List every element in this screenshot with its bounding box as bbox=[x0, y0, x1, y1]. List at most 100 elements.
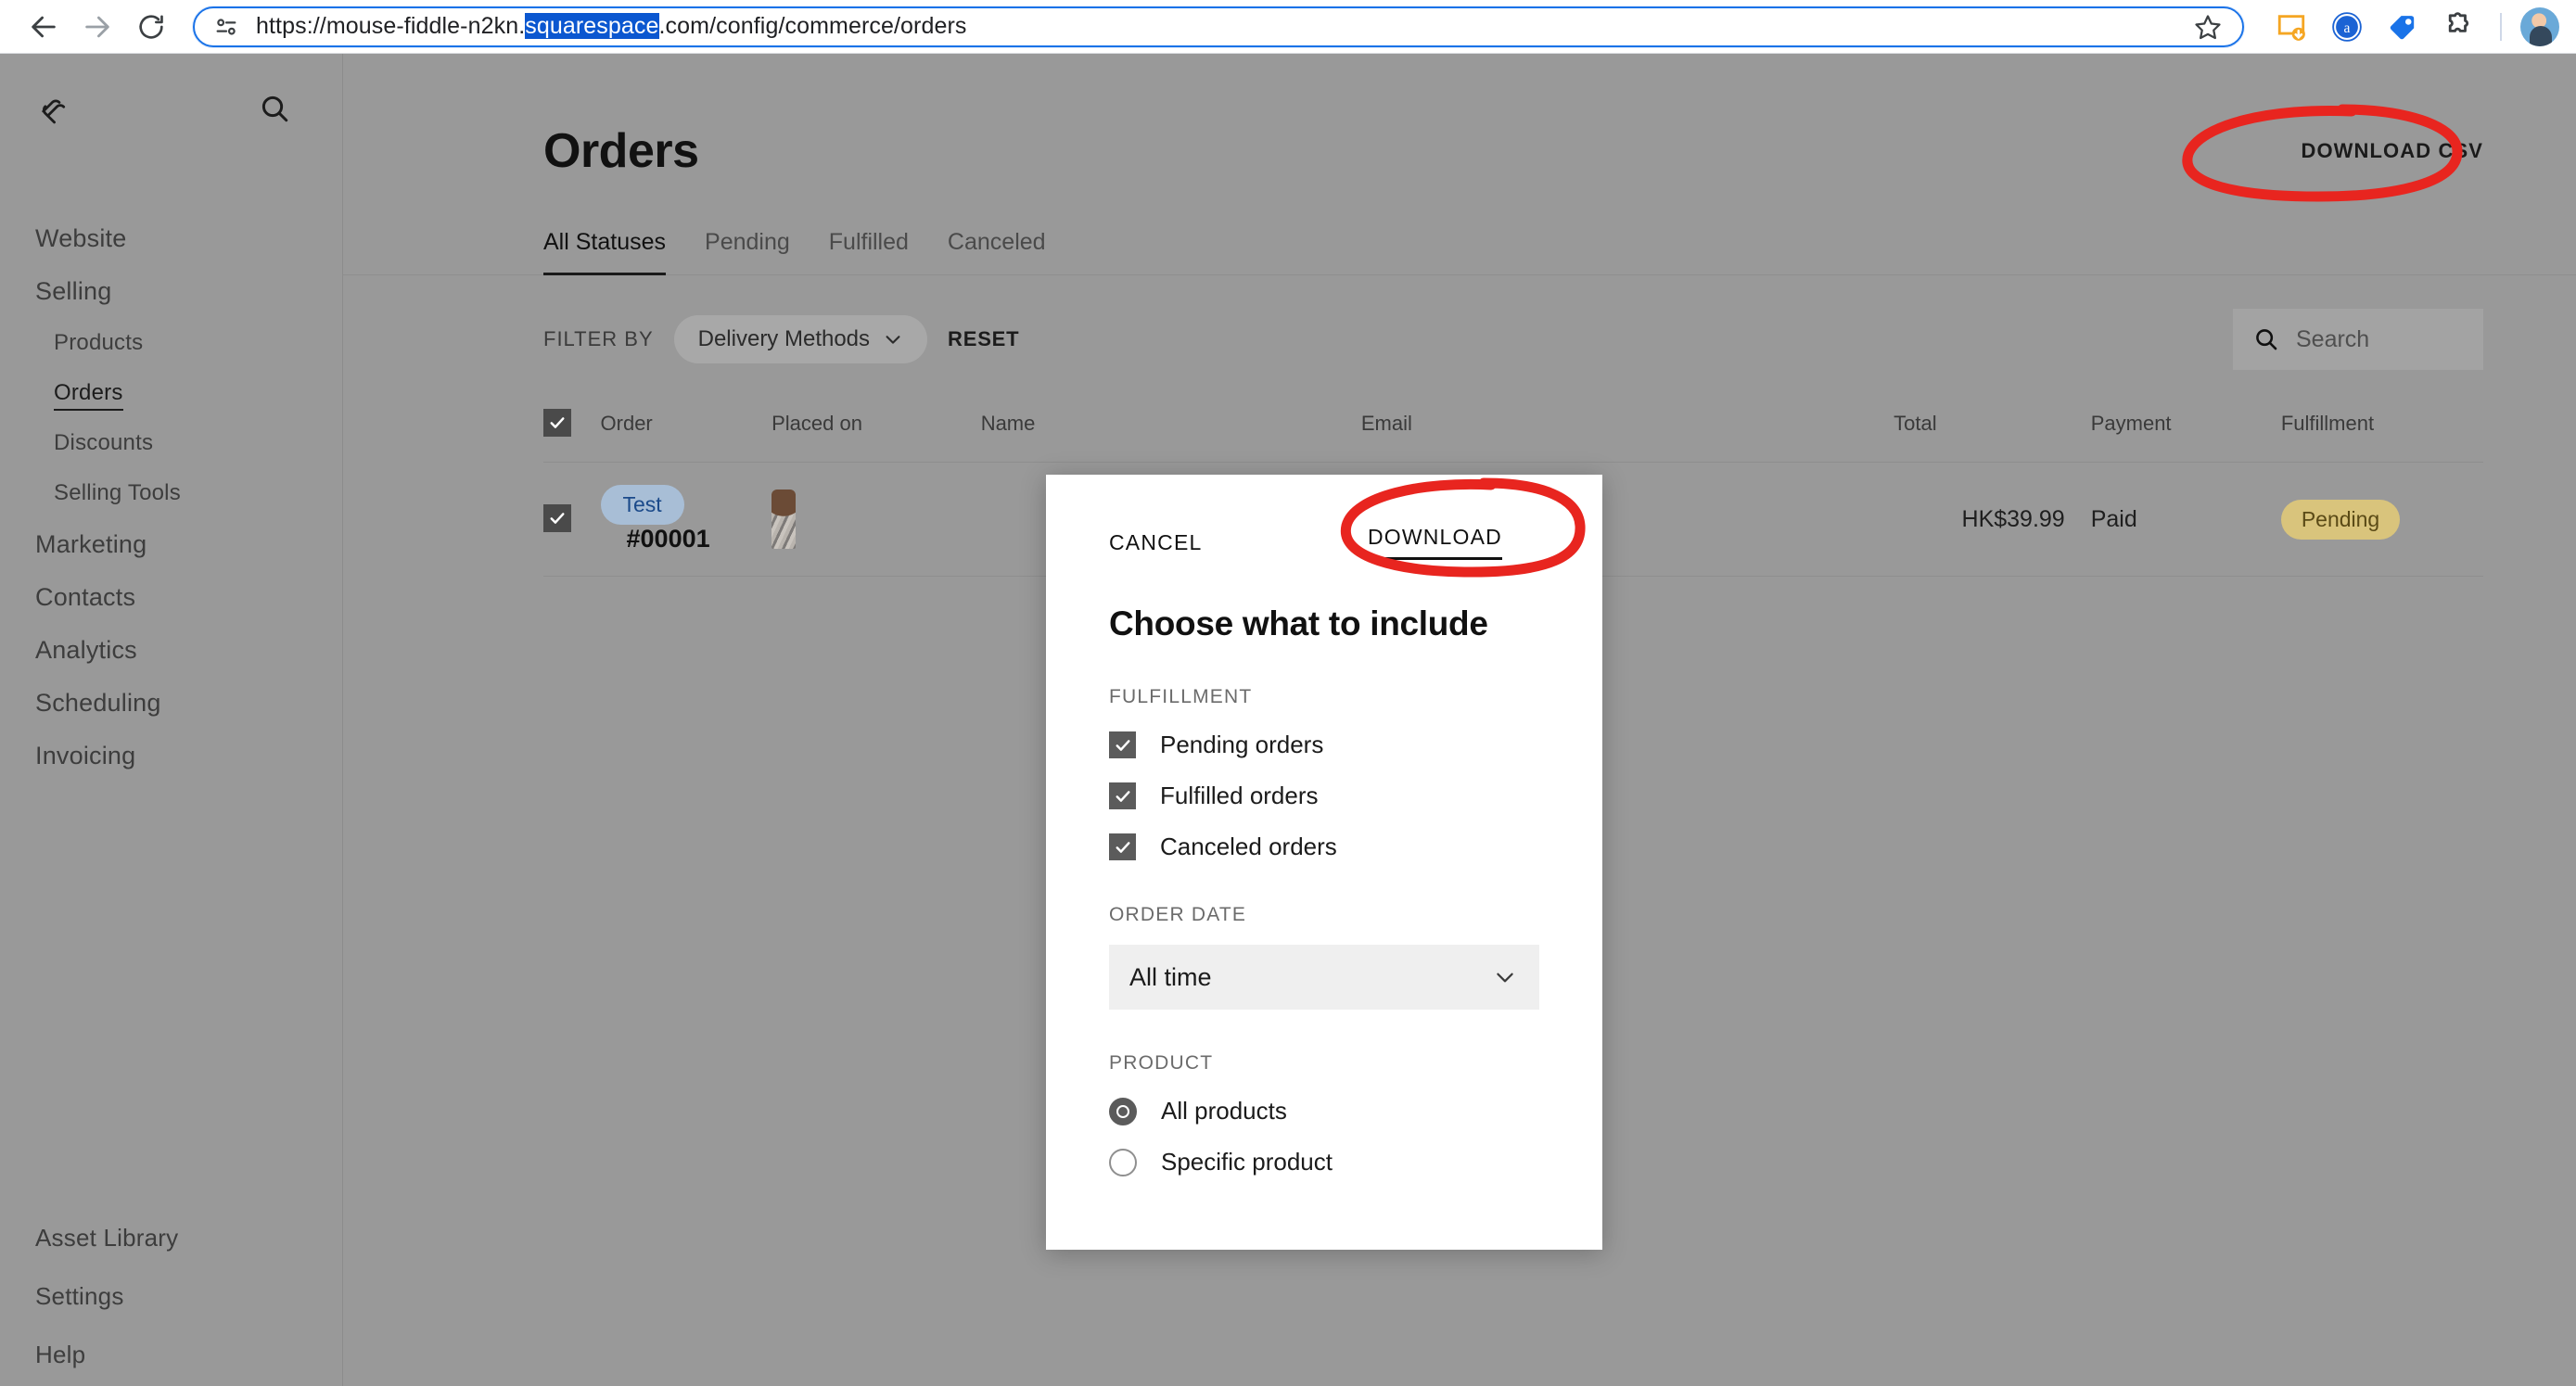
profile-avatar[interactable] bbox=[2520, 6, 2559, 46]
pending-orders-checkbox[interactable] bbox=[1109, 731, 1136, 758]
specific-product-radio[interactable] bbox=[1109, 1148, 1137, 1176]
option-canceled-orders[interactable]: Canceled orders bbox=[1046, 833, 1602, 861]
tab-canceled[interactable]: Canceled bbox=[948, 229, 1046, 274]
checkmark-icon bbox=[1116, 841, 1129, 853]
reload-icon bbox=[139, 14, 163, 39]
reload-button[interactable] bbox=[124, 0, 178, 54]
star-icon bbox=[2195, 14, 2221, 39]
sidebar-item-asset-library[interactable]: Asset Library bbox=[0, 1209, 342, 1267]
sidebar-item-label: Asset Library bbox=[35, 1224, 179, 1252]
arrow-left-icon bbox=[32, 16, 56, 37]
sidebar-item-analytics[interactable]: Analytics bbox=[0, 624, 342, 677]
download-button[interactable]: DOWNLOAD bbox=[1367, 525, 1502, 560]
sidebar-item-label: Invoicing bbox=[35, 742, 136, 769]
checkmark-icon bbox=[550, 417, 565, 428]
orders-table-head: Order Placed on Name Email Total Payment… bbox=[543, 409, 2483, 463]
sidebar-item-label: Analytics bbox=[35, 636, 137, 664]
placed-on-cell bbox=[772, 462, 981, 577]
bookmark-star-button[interactable] bbox=[2187, 6, 2229, 48]
column-name: Name bbox=[980, 409, 1361, 463]
puzzle-extensions-icon[interactable] bbox=[2435, 4, 2481, 50]
order-date-select[interactable]: All time bbox=[1109, 945, 1539, 1010]
sidebar-nav: Website Selling Products Orders Discount… bbox=[0, 212, 342, 782]
tab-fulfilled[interactable]: Fulfilled bbox=[829, 229, 909, 274]
sidebar-item-website[interactable]: Website bbox=[0, 212, 342, 265]
reset-filters-button[interactable]: RESET bbox=[948, 327, 1019, 351]
select-all-header bbox=[543, 409, 601, 463]
filter-by-label: FILTER BY bbox=[543, 327, 654, 350]
download-manager-icon[interactable] bbox=[2268, 4, 2315, 50]
search-input[interactable]: Search bbox=[2233, 309, 2483, 370]
sidebar-item-help[interactable]: Help bbox=[0, 1326, 342, 1384]
sidebar-item-selling-tools[interactable]: Selling Tools bbox=[0, 468, 342, 518]
download-csv-button[interactable]: DOWNLOAD CSV bbox=[2301, 139, 2483, 163]
column-email: Email bbox=[1360, 409, 1894, 463]
total-cell: HK$39.99 bbox=[1894, 462, 2065, 577]
delivery-methods-filter[interactable]: Delivery Methods bbox=[673, 315, 928, 363]
checkmark-icon bbox=[550, 513, 565, 524]
amazon-a-circle-icon: a bbox=[2332, 11, 2362, 42]
option-label: Specific product bbox=[1161, 1148, 1333, 1176]
price-tag-icon[interactable] bbox=[2379, 4, 2426, 50]
modal-action-bar: CANCEL DOWNLOAD bbox=[1046, 475, 1602, 560]
sidebar-item-label: Discounts bbox=[54, 430, 154, 455]
option-all-products[interactable]: All products bbox=[1046, 1097, 1602, 1125]
order-date-section-label: ORDER DATE bbox=[1109, 904, 1247, 925]
back-button[interactable] bbox=[17, 0, 70, 54]
row-checkbox[interactable] bbox=[543, 504, 571, 532]
sidebar-item-contacts[interactable]: Contacts bbox=[0, 571, 342, 624]
order-number[interactable]: #00001 bbox=[627, 525, 710, 553]
sidebar-item-selling[interactable]: Selling bbox=[0, 265, 342, 318]
filter-controls: FILTER BY Delivery Methods RESET bbox=[543, 315, 1019, 363]
option-pending-orders[interactable]: Pending orders bbox=[1046, 731, 1602, 759]
test-badge: Test bbox=[600, 485, 684, 525]
option-specific-product[interactable]: Specific product bbox=[1046, 1148, 1602, 1176]
squarespace-logo[interactable] bbox=[35, 89, 74, 133]
sidebar-search-icon[interactable] bbox=[259, 93, 290, 129]
sidebar-item-settings[interactable]: Settings bbox=[0, 1267, 342, 1326]
sidebar-item-orders[interactable]: Orders bbox=[0, 368, 342, 418]
option-fulfilled-orders[interactable]: Fulfilled orders bbox=[1046, 782, 1602, 810]
sidebar-item-marketing[interactable]: Marketing bbox=[0, 518, 342, 571]
forward-button[interactable] bbox=[70, 0, 124, 54]
sidebar-item-discounts[interactable]: Discounts bbox=[0, 418, 342, 468]
site-settings-sliders-icon[interactable] bbox=[213, 14, 239, 40]
payment-cell: Paid bbox=[2064, 462, 2255, 577]
toolbar-divider bbox=[2500, 12, 2502, 41]
canceled-orders-checkbox[interactable] bbox=[1109, 833, 1136, 860]
sidebar-item-products[interactable]: Products bbox=[0, 318, 342, 368]
status-badge: Pending bbox=[2280, 499, 2401, 540]
amazon-assistant-icon[interactable]: a bbox=[2324, 4, 2370, 50]
arrow-right-icon bbox=[85, 16, 109, 37]
browser-toolbar: https://mouse-fiddle-n2kn.squarespace.co… bbox=[0, 0, 2576, 54]
sidebar-item-label: Selling Tools bbox=[54, 480, 181, 505]
column-fulfillment: Fulfillment bbox=[2254, 409, 2483, 463]
sidebar-item-label: Contacts bbox=[35, 583, 136, 611]
tab-pending[interactable]: Pending bbox=[705, 229, 790, 274]
option-label: All products bbox=[1161, 1097, 1287, 1125]
select-all-checkbox[interactable] bbox=[543, 409, 571, 437]
sidebar: Website Selling Products Orders Discount… bbox=[0, 54, 343, 1386]
page-title: Orders bbox=[543, 124, 699, 178]
fulfilled-orders-checkbox[interactable] bbox=[1109, 782, 1136, 809]
column-order: Order bbox=[600, 409, 772, 463]
svg-text:a: a bbox=[2344, 20, 2351, 36]
tab-all-statuses[interactable]: All Statuses bbox=[543, 229, 667, 275]
sidebar-item-invoicing[interactable]: Invoicing bbox=[0, 730, 342, 782]
option-label: Pending orders bbox=[1160, 731, 1324, 758]
extensions-tray: a bbox=[2255, 4, 2559, 50]
sidebar-item-label: Help bbox=[35, 1341, 86, 1368]
delivery-methods-label: Delivery Methods bbox=[697, 326, 871, 351]
search-placeholder: Search bbox=[2296, 325, 2370, 352]
product-thumbnail bbox=[772, 490, 797, 549]
address-bar[interactable]: https://mouse-fiddle-n2kn.squarespace.co… bbox=[193, 6, 2244, 47]
cancel-button[interactable]: CANCEL bbox=[1109, 530, 1203, 555]
url-prefix: https://mouse-fiddle-n2kn. bbox=[256, 13, 526, 39]
url-text[interactable]: https://mouse-fiddle-n2kn.squarespace.co… bbox=[256, 13, 2187, 40]
all-products-radio[interactable] bbox=[1109, 1097, 1137, 1125]
option-label: Fulfilled orders bbox=[1160, 782, 1319, 809]
sidebar-footer-nav: Asset Library Settings Help bbox=[0, 1209, 342, 1386]
sidebar-header bbox=[0, 54, 342, 133]
url-suffix: .com/config/commerce/orders bbox=[658, 13, 967, 39]
sidebar-item-scheduling[interactable]: Scheduling bbox=[0, 677, 342, 730]
